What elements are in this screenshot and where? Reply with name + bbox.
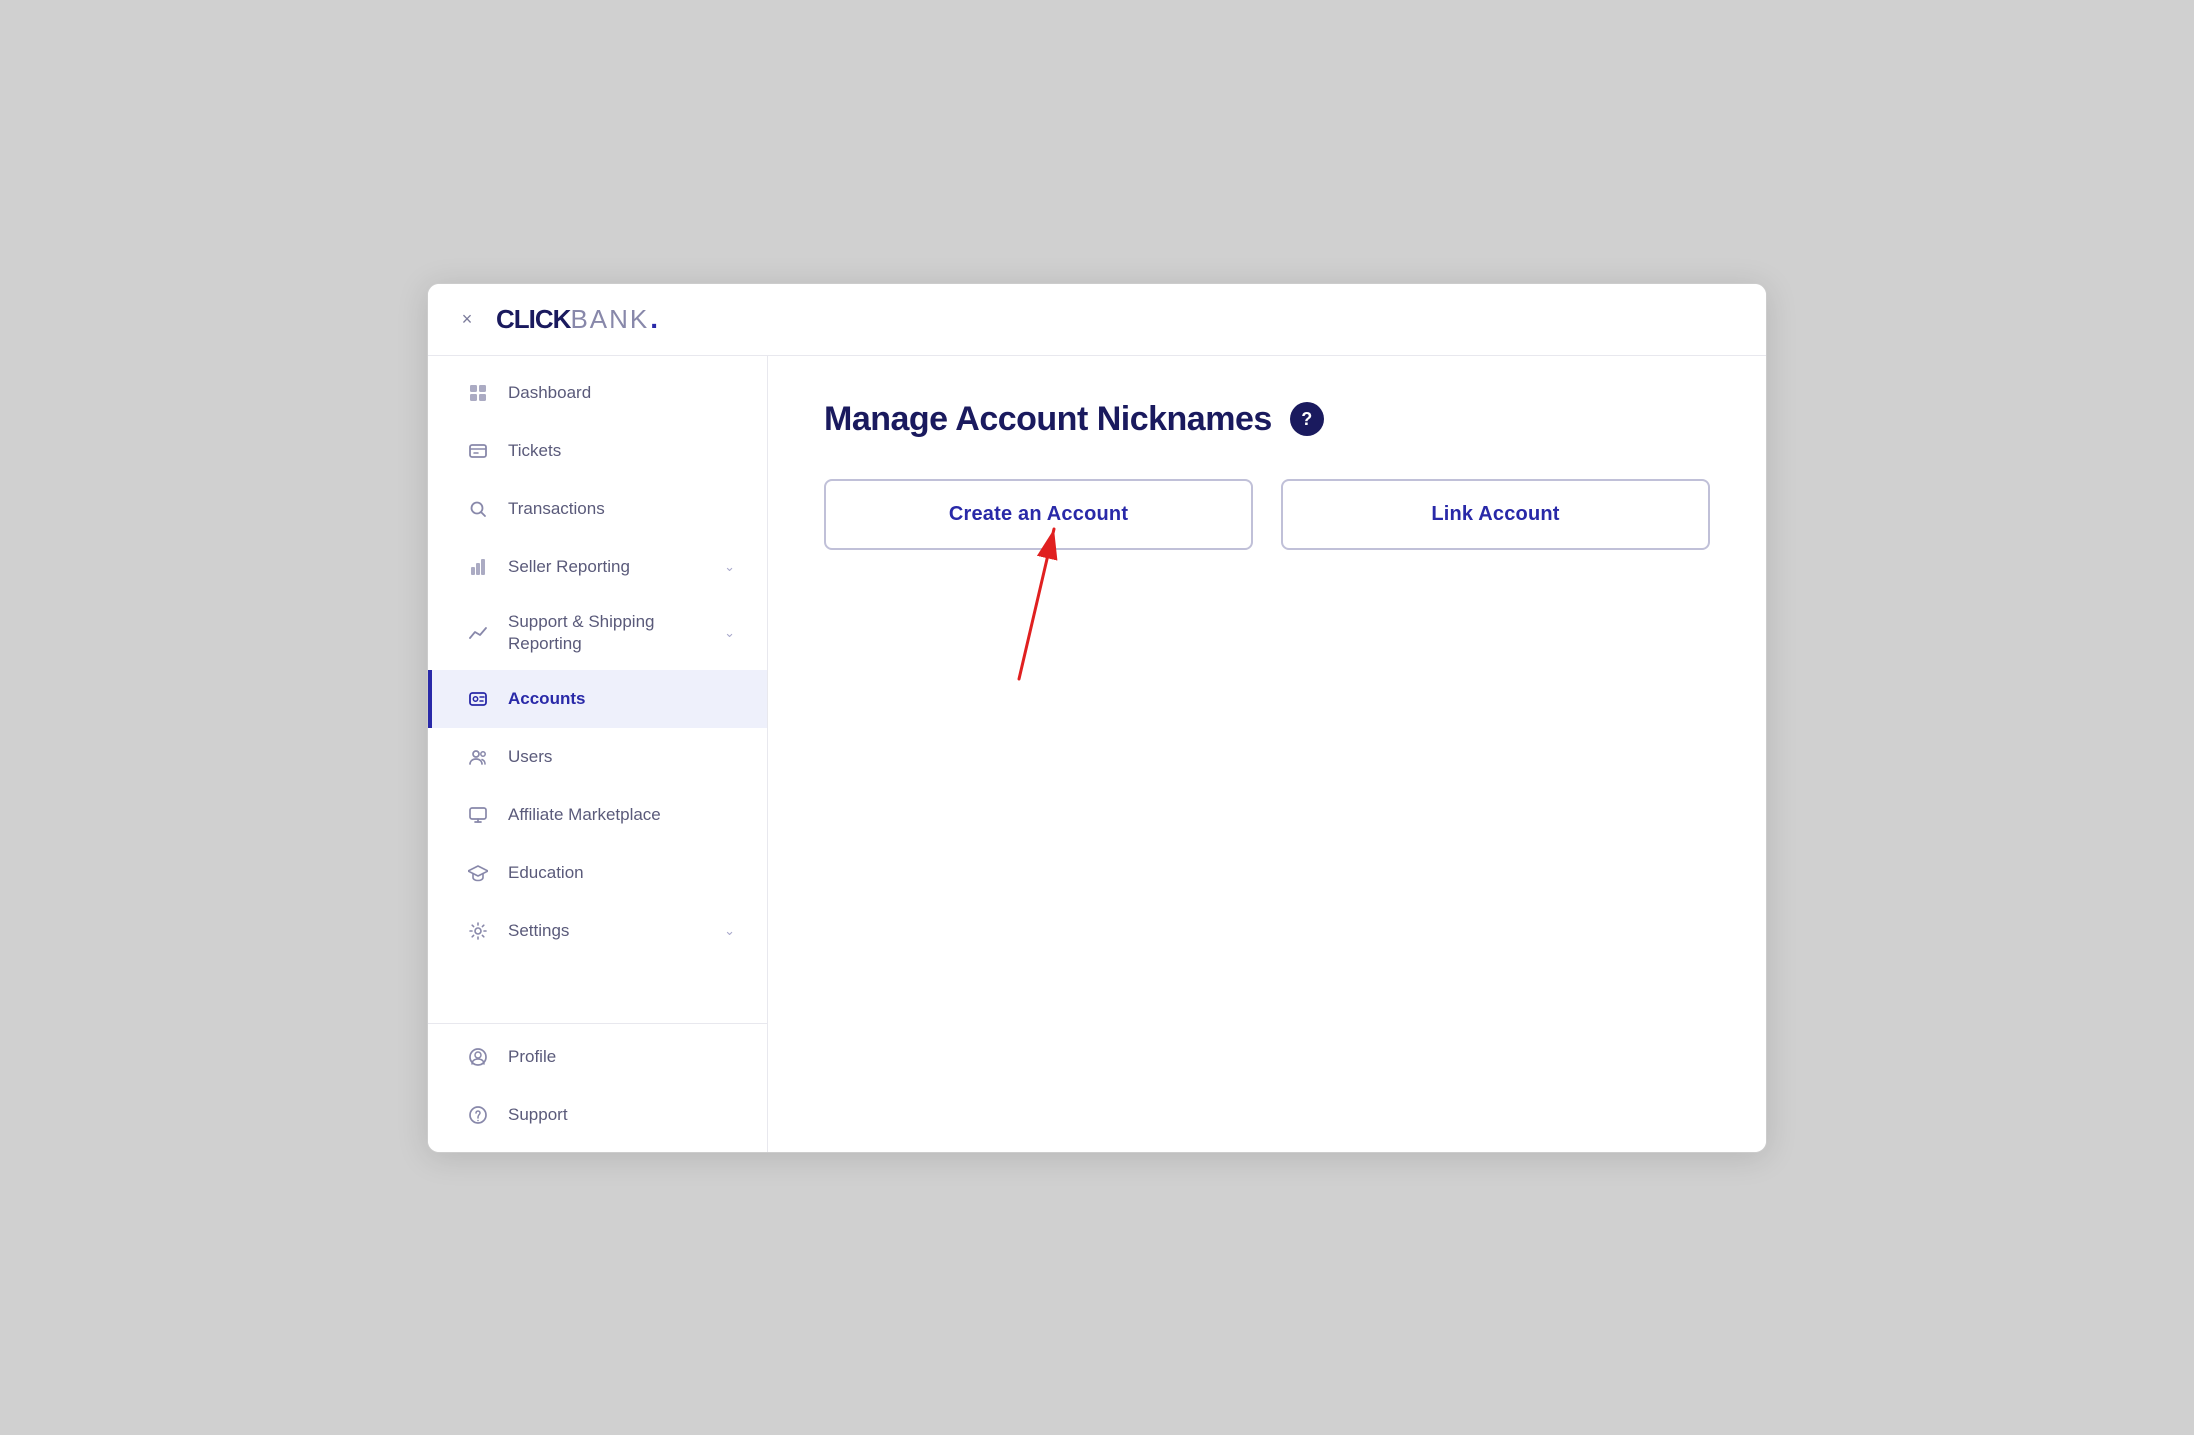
- trending-up-icon: [464, 619, 492, 647]
- gear-icon: [464, 917, 492, 945]
- sidebar-item-label: Settings: [508, 921, 569, 941]
- sidebar-item-label: Seller Reporting: [508, 557, 630, 577]
- sidebar-item-dashboard[interactable]: Dashboard: [428, 364, 767, 422]
- main-content: Manage Account Nicknames ? Create an Acc…: [768, 356, 1766, 1152]
- sidebar-item-seller-reporting[interactable]: Seller Reporting ⌄: [428, 538, 767, 596]
- sidebar-item-label: Profile: [508, 1047, 556, 1067]
- sidebar-item-tickets[interactable]: Tickets: [428, 422, 767, 480]
- grid-icon: [464, 379, 492, 407]
- graduation-icon: [464, 859, 492, 887]
- bar-chart-icon: [464, 553, 492, 581]
- link-account-button[interactable]: Link Account: [1281, 479, 1710, 550]
- sidebar-item-transactions[interactable]: Transactions: [428, 480, 767, 538]
- search-icon: [464, 495, 492, 523]
- sidebar-item-label: Transactions: [508, 499, 605, 519]
- sidebar-item-label: Dashboard: [508, 383, 591, 403]
- monitor-icon: [464, 801, 492, 829]
- sidebar-item-label: Affiliate Marketplace: [508, 805, 661, 825]
- main-layout: Dashboard Tickets: [428, 356, 1766, 1152]
- close-button[interactable]: ×: [456, 308, 478, 330]
- sidebar-item-education[interactable]: Education: [428, 844, 767, 902]
- action-buttons-row: Create an Account Link Account: [824, 479, 1710, 550]
- sidebar-item-affiliate-marketplace[interactable]: Affiliate Marketplace: [428, 786, 767, 844]
- create-account-button[interactable]: Create an Account: [824, 479, 1253, 550]
- help-circle-icon: [464, 1101, 492, 1129]
- app-window: × CLICKBANK. Dashboa: [427, 283, 1767, 1153]
- sidebar: Dashboard Tickets: [428, 356, 768, 1152]
- page-header: Manage Account Nicknames ?: [824, 400, 1710, 439]
- logo: CLICKBANK.: [496, 305, 657, 333]
- top-bar: × CLICKBANK.: [428, 284, 1766, 356]
- sidebar-item-profile[interactable]: Profile: [428, 1028, 767, 1086]
- logo-dot: .: [650, 305, 657, 333]
- profile-circle-icon: [464, 1043, 492, 1071]
- chevron-down-icon: ⌄: [724, 559, 735, 575]
- sidebar-item-label: Users: [508, 747, 552, 767]
- chevron-down-icon: ⌄: [724, 923, 735, 939]
- sidebar-item-support-shipping[interactable]: Support & Shipping Reporting ⌄: [428, 596, 767, 670]
- ticket-icon: [464, 437, 492, 465]
- page-title: Manage Account Nicknames: [824, 400, 1272, 439]
- logo-bank: BANK: [570, 306, 649, 332]
- user-card-icon: [464, 685, 492, 713]
- sidebar-item-label: Support: [508, 1105, 568, 1125]
- sidebar-top: Dashboard Tickets: [428, 364, 767, 1023]
- sidebar-item-users[interactable]: Users: [428, 728, 767, 786]
- sidebar-item-label: Support & Shipping Reporting: [508, 611, 724, 655]
- sidebar-item-accounts[interactable]: Accounts: [428, 670, 767, 728]
- sidebar-item-label: Tickets: [508, 441, 561, 461]
- logo-click: CLICK: [496, 306, 570, 332]
- sidebar-item-label: Education: [508, 863, 584, 883]
- sidebar-item-support[interactable]: Support: [428, 1086, 767, 1144]
- help-icon[interactable]: ?: [1290, 402, 1324, 436]
- sidebar-item-label: Accounts: [508, 689, 585, 709]
- sidebar-item-settings[interactable]: Settings ⌄: [428, 902, 767, 960]
- sidebar-bottom: Profile Support: [428, 1023, 767, 1152]
- users-icon: [464, 743, 492, 771]
- chevron-down-icon: ⌄: [724, 625, 735, 641]
